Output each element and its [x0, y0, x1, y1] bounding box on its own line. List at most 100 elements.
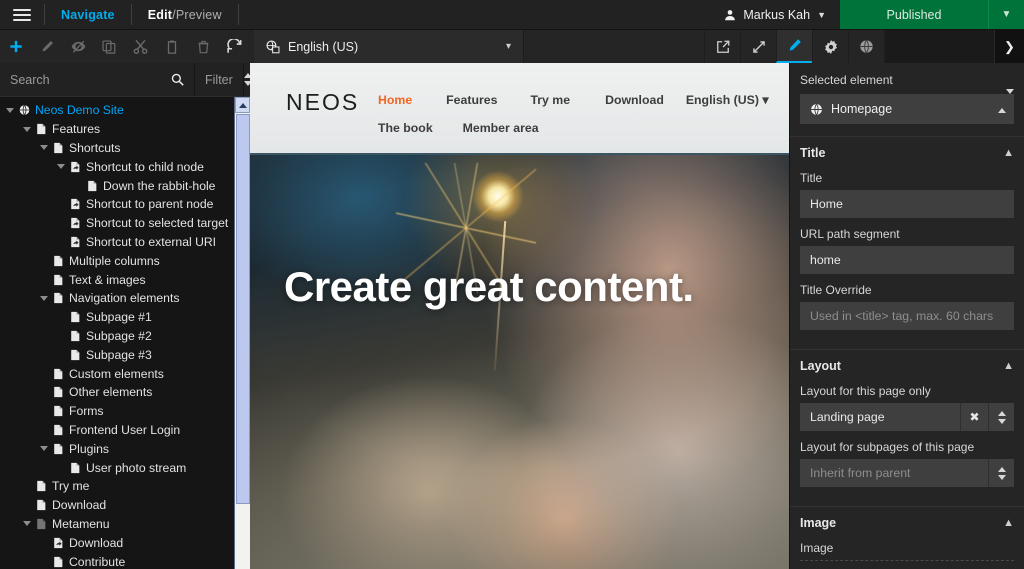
selected-element-stepper[interactable] — [998, 89, 1014, 124]
scroll-up-button[interactable] — [235, 97, 250, 113]
expand-panel-button[interactable]: ❯ — [994, 30, 1024, 63]
tree-node[interactable]: Subpage #3 — [0, 345, 250, 364]
content-preview-frame[interactable]: NEOS Home Features Try me Download Engli… — [250, 63, 789, 569]
layout-subpages-stepper[interactable] — [988, 459, 1014, 487]
site-header: NEOS Home Features Try me Download Engli… — [250, 63, 789, 155]
site-nav-features[interactable]: Features — [446, 93, 497, 107]
open-in-new-window-button[interactable] — [704, 30, 740, 63]
site-nav-home[interactable]: Home — [378, 93, 412, 107]
tree-node[interactable]: Shortcut to parent node — [0, 195, 250, 214]
title-input[interactable]: Home — [800, 190, 1014, 218]
tree-node-toggle-icon[interactable] — [21, 521, 33, 527]
paste-node-button[interactable] — [156, 30, 187, 63]
tree-node[interactable]: Download — [0, 496, 250, 515]
tree-node[interactable]: Shortcut to external URI — [0, 233, 250, 252]
search-input[interactable] — [10, 72, 171, 87]
tree-node[interactable]: Frontend User Login — [0, 421, 250, 440]
tree-node-label: Plugins — [69, 441, 109, 456]
fullscreen-button[interactable] — [740, 30, 776, 63]
tree-node[interactable]: Navigation elements — [0, 289, 250, 308]
edit-node-button[interactable] — [31, 30, 62, 63]
image-dropzone[interactable] — [800, 560, 1014, 569]
node-tree-scroll-area[interactable]: Neos Demo Site Features Shortcuts Shortcut … — [0, 96, 250, 569]
layout-page-select[interactable]: Landing page — [800, 403, 960, 431]
hero-image[interactable] — [250, 155, 789, 569]
delete-node-button[interactable] — [188, 30, 219, 63]
tree-node-toggle-icon[interactable] — [55, 164, 67, 170]
site-nav-download[interactable]: Download — [605, 93, 664, 107]
hero-headline[interactable]: Create great content. — [284, 263, 694, 311]
site-nav-try-me[interactable]: Try me — [530, 93, 570, 107]
tree-node[interactable]: Multiple columns — [0, 251, 250, 270]
tree-node[interactable]: Custom elements — [0, 364, 250, 383]
inspector-group-title-header[interactable]: Title ▲ — [790, 137, 1024, 167]
refresh-tree-button[interactable] — [219, 30, 250, 63]
site-nav-the-book[interactable]: The book — [378, 121, 433, 135]
tree-scrollbar[interactable] — [234, 97, 250, 569]
tree-node[interactable]: Shortcuts — [0, 139, 250, 158]
tree-node[interactable]: Plugins — [0, 439, 250, 458]
tree-node-icon — [67, 462, 84, 474]
chevron-up-icon[interactable]: ▲ — [1003, 360, 1014, 372]
user-menu-button[interactable]: Markus Kah ▼ — [710, 0, 840, 29]
tree-node[interactable]: Features — [0, 120, 250, 139]
tree-node-toggle-icon[interactable] — [4, 107, 16, 113]
layout-page-clear-button[interactable]: ✖ — [960, 403, 988, 431]
chevron-up-icon[interactable]: ▲ — [1003, 517, 1014, 529]
layout-subpages-select[interactable]: Inherit from parent — [800, 459, 988, 487]
tree-node-icon — [67, 330, 84, 342]
content-dimension-selector[interactable]: English (US) ▾ — [254, 30, 524, 63]
publish-button[interactable]: Published — [840, 0, 988, 29]
edit-mode-button[interactable] — [776, 30, 812, 63]
layout-page-stepper[interactable] — [988, 403, 1014, 431]
device-preview-button[interactable] — [848, 30, 884, 63]
tab-edit-preview[interactable]: Edit / Preview — [132, 0, 238, 29]
filter-dropdown[interactable]: Filter — [195, 63, 244, 96]
tree-node[interactable]: Text & images — [0, 270, 250, 289]
copy-node-button[interactable] — [94, 30, 125, 63]
tree-node[interactable]: User photo stream — [0, 458, 250, 477]
field-layout-subpages[interactable]: Inherit from parent — [800, 459, 1014, 487]
chevron-up-icon[interactable]: ▲ — [1003, 147, 1014, 159]
tree-node-toggle-icon[interactable] — [21, 126, 33, 132]
site-language-switcher[interactable]: English (US) ▾ — [686, 93, 769, 107]
inspector-group-layout-header[interactable]: Layout ▲ — [790, 350, 1024, 380]
field-title-override[interactable]: Used in <title> tag, max. 60 chars — [800, 302, 1014, 330]
field-layout-page[interactable]: Landing page ✖ — [800, 403, 1014, 431]
field-url-path-segment[interactable]: home — [800, 246, 1014, 274]
inspector-group-image-header[interactable]: Image ▲ — [790, 507, 1024, 537]
tree-node-toggle-icon[interactable] — [38, 145, 50, 151]
tree-node[interactable]: Shortcut to child node — [0, 157, 250, 176]
tree-node[interactable]: Down the rabbit-hole — [0, 176, 250, 195]
search-icon[interactable] — [171, 73, 184, 86]
cut-node-button[interactable] — [125, 30, 156, 63]
site-logo[interactable]: NEOS — [286, 89, 359, 116]
hide-node-button[interactable] — [63, 30, 94, 63]
tree-node[interactable]: Forms — [0, 402, 250, 421]
tree-node[interactable]: Other elements — [0, 383, 250, 402]
selected-element-value-wrapper[interactable]: Homepage — [800, 94, 998, 124]
tree-node[interactable]: Contribute — [0, 552, 250, 569]
settings-button[interactable] — [812, 30, 848, 63]
tab-navigate[interactable]: Navigate — [45, 0, 131, 29]
field-title[interactable]: Home — [800, 190, 1014, 218]
tree-node[interactable]: Shortcut to selected target — [0, 214, 250, 233]
tree-node-toggle-icon[interactable] — [38, 295, 50, 301]
search-field-wrapper[interactable] — [0, 63, 195, 96]
tree-node-icon — [16, 104, 33, 116]
tree-node-toggle-icon[interactable] — [38, 446, 50, 452]
publish-dropdown-button[interactable]: ▼ — [988, 0, 1024, 29]
tree-node[interactable]: Metamenu — [0, 515, 250, 534]
tree-node[interactable]: Download — [0, 533, 250, 552]
add-node-button[interactable] — [0, 30, 31, 63]
tree-node[interactable]: Neos Demo Site — [0, 101, 250, 120]
tree-node[interactable]: Try me — [0, 477, 250, 496]
url-path-segment-input[interactable]: home — [800, 246, 1014, 274]
tree-node[interactable]: Subpage #2 — [0, 327, 250, 346]
title-override-input[interactable]: Used in <title> tag, max. 60 chars — [800, 302, 1014, 330]
selected-element-field[interactable]: Homepage — [800, 89, 1014, 124]
site-nav-member-area[interactable]: Member area — [463, 121, 539, 135]
tree-node[interactable]: Subpage #1 — [0, 308, 250, 327]
scrollbar-thumb[interactable] — [236, 114, 250, 504]
menu-toggle-button[interactable] — [0, 0, 44, 29]
